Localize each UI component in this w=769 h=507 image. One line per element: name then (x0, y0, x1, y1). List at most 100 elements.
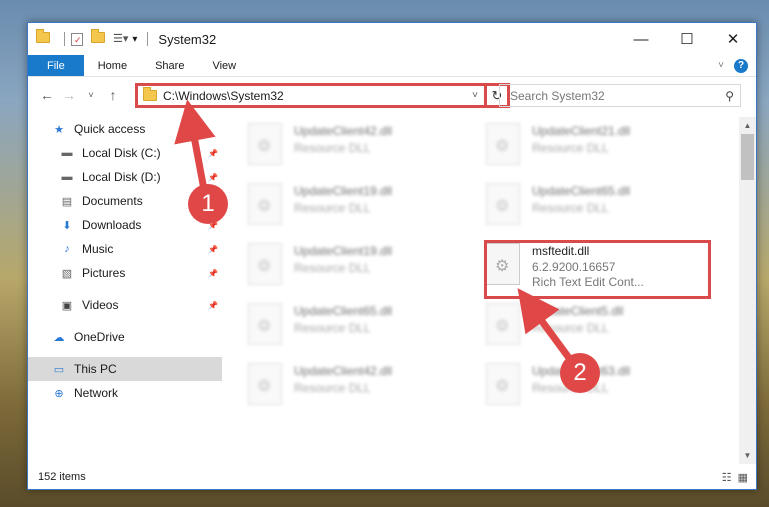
chevron-down-icon[interactable]: ˅ (466, 90, 484, 101)
file-description: Resource DLL (294, 381, 371, 395)
folder-icon[interactable] (36, 29, 50, 46)
video-icon: ▣ (61, 299, 73, 312)
sidebar-item-quick-access[interactable]: ★ Quick access (28, 117, 222, 141)
ribbon-tabs: File Home Share View ˅ ? (28, 55, 756, 77)
sidebar-item-label: Quick access (74, 122, 146, 136)
tab-file[interactable]: File (28, 55, 84, 76)
file-description: Resource DLL (532, 141, 609, 155)
window-controls: — ☐ ✕ (618, 23, 756, 55)
up-arrow-icon[interactable]: ↑ (102, 87, 124, 103)
file-item[interactable]: UpdateClient19.dll Resource DLL (248, 179, 478, 229)
search-placeholder: Search System32 (510, 88, 605, 103)
dll-file-icon (486, 123, 520, 165)
maximize-button[interactable]: ☐ (664, 23, 710, 55)
tab-home[interactable]: Home (84, 55, 141, 76)
vertical-scrollbar[interactable]: ▲ ▼ (739, 117, 756, 464)
download-icon: ⬇ (62, 219, 72, 232)
dll-file-icon (248, 183, 282, 225)
dll-file-icon (248, 363, 282, 405)
divider (64, 32, 65, 46)
window-title: System32 (158, 31, 217, 47)
file-description: Resource DLL (532, 201, 609, 215)
expand-ribbon-icon[interactable]: ˅ (718, 60, 724, 71)
step-badge-2: 2 (560, 353, 600, 393)
file-item[interactable]: UpdateClient21.dll Resource DLL (486, 119, 716, 169)
minimize-button[interactable]: — (618, 23, 664, 55)
forward-arrow-icon[interactable]: → (58, 87, 80, 103)
sidebar-item-local-disk-d[interactable]: ▬ Local Disk (D:) 📌 (28, 165, 222, 189)
close-button[interactable]: ✕ (710, 23, 756, 55)
file-name: UpdateClient42.dll (294, 364, 393, 378)
properties-icon[interactable]: ✓ (71, 32, 83, 46)
scroll-thumb[interactable] (741, 134, 754, 180)
sidebar-item-label: Videos (82, 298, 119, 312)
file-description: Resource DLL (294, 201, 371, 215)
sidebar-item-label: Local Disk (C:) (82, 146, 161, 160)
address-bar[interactable]: C:\Windows\System32 ˅ (135, 83, 487, 108)
sidebar-item-label: Local Disk (D:) (82, 170, 161, 184)
pin-icon[interactable]: 📌 (208, 301, 218, 310)
file-item[interactable]: UpdateClient19.dll Resource DLL (248, 239, 478, 289)
title-bar: ✓ ☰▾ ▾ System32 — ☐ ✕ (28, 23, 756, 55)
customize-toolbar-icon[interactable]: ▾ (132, 34, 137, 45)
drive-icon: ▬ (61, 147, 73, 159)
cloud-icon: ☁ (53, 331, 65, 344)
file-item[interactable]: UpdateClient65.dll Resource DLL (248, 299, 478, 349)
tab-share[interactable]: Share (141, 55, 198, 76)
search-input[interactable]: Search System32 ⚲ (499, 84, 741, 107)
sidebar-item-onedrive[interactable]: ☁ OneDrive (28, 325, 222, 349)
dll-file-icon (486, 303, 520, 345)
file-item[interactable]: UpdateClient42.dll Resource DLL (248, 359, 478, 409)
file-description: Resource DLL (294, 141, 371, 155)
scroll-down-icon[interactable]: ▼ (739, 447, 756, 464)
step-badge-1: 1 (188, 184, 228, 224)
status-bar: 152 items ☷ ▦ (28, 465, 756, 489)
picture-icon: ▧ (61, 267, 73, 280)
sidebar-item-pictures[interactable]: ▧ Pictures 📌 (28, 261, 222, 285)
sidebar-item-videos[interactable]: ▣ Videos 📌 (28, 293, 222, 317)
music-icon: ♪ (64, 243, 70, 255)
file-item[interactable]: UpdateClient63.dllResource DLL (486, 359, 716, 409)
sidebar-item-label: OneDrive (74, 330, 125, 344)
sidebar-item-this-pc[interactable]: ▭ This PC (28, 357, 222, 381)
scroll-up-icon[interactable]: ▲ (739, 117, 756, 134)
file-name: UpdateClient65.dll (532, 184, 631, 198)
back-arrow-icon[interactable]: ← (36, 87, 58, 103)
file-name: UpdateClient19.dll (294, 244, 393, 258)
dll-file-icon (248, 303, 282, 345)
dll-file-icon (486, 363, 520, 405)
pin-icon[interactable]: 📌 (208, 245, 218, 254)
file-item[interactable]: UpdateClient42.dll Resource DLL (248, 119, 478, 169)
highlight-box (484, 240, 711, 299)
pin-icon[interactable]: 📌 (208, 149, 218, 158)
dll-file-icon (248, 123, 282, 165)
search-icon[interactable]: ⚲ (725, 89, 734, 103)
navigation-pane: ★ Quick access ▬ Local Disk (C:) 📌 ▬ Local Dis… (28, 117, 222, 467)
file-name: UpdateClient21.dll (532, 124, 631, 138)
sidebar-item-music[interactable]: ♪ Music 📌 (28, 237, 222, 261)
view-options-icon[interactable]: ☰▾ (113, 32, 128, 46)
tab-view[interactable]: View (198, 55, 250, 76)
star-icon: ★ (54, 123, 64, 136)
sidebar-item-label: This PC (74, 362, 117, 376)
pin-icon[interactable]: 📌 (208, 269, 218, 278)
pin-icon[interactable]: 📌 (208, 173, 218, 182)
file-description: Resource DLL (532, 321, 609, 335)
sidebar-item-label: Network (74, 386, 119, 400)
file-name: UpdateClient5.dll (532, 304, 624, 318)
folder-icon (143, 87, 157, 101)
details-view-icon[interactable]: ☷ (722, 471, 732, 484)
address-path[interactable]: C:\Windows\System32 (163, 89, 466, 103)
sidebar-item-label: Pictures (82, 266, 126, 280)
sidebar-item-network[interactable]: ⊕ Network (28, 381, 222, 405)
new-folder-icon[interactable] (91, 29, 105, 46)
sidebar-item-local-disk-c[interactable]: ▬ Local Disk (C:) 📌 (28, 141, 222, 165)
tiles-view-icon[interactable]: ▦ (738, 471, 748, 484)
help-icon[interactable]: ? (734, 58, 748, 73)
file-name: UpdateClient42.dll (294, 124, 393, 138)
file-item[interactable]: UpdateClient65.dll Resource DLL (486, 179, 716, 229)
recent-locations-icon[interactable]: ˅ (80, 90, 102, 100)
computer-icon: ▭ (53, 363, 65, 376)
divider (147, 32, 149, 46)
file-item[interactable]: UpdateClient5.dll Resource DLL (486, 299, 716, 349)
